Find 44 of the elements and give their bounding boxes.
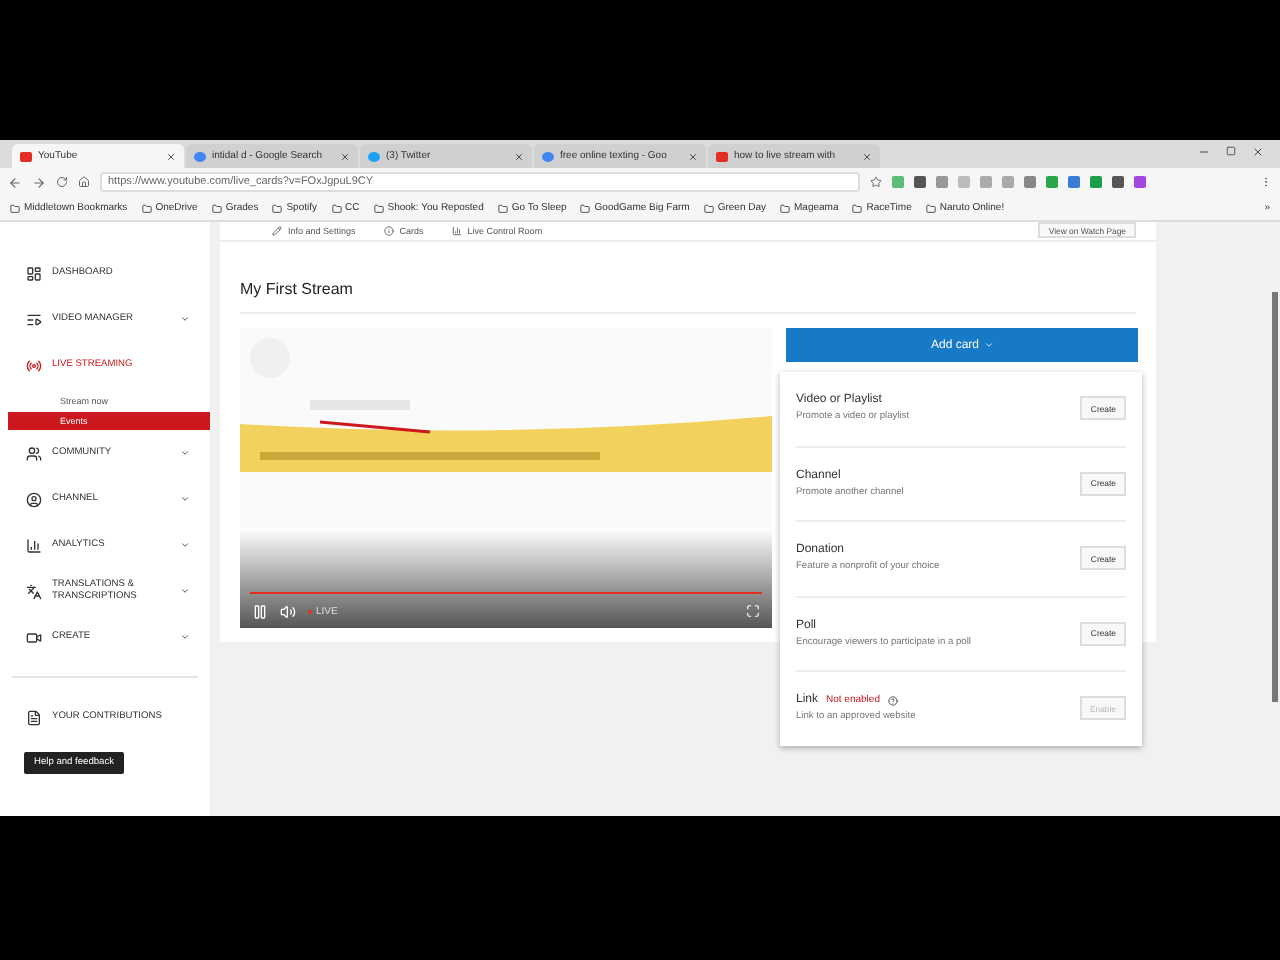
folder-icon bbox=[331, 203, 342, 213]
reload-icon[interactable] bbox=[56, 176, 68, 188]
chevron-icon bbox=[180, 494, 190, 504]
sidebar-icon bbox=[26, 357, 42, 373]
info-icon bbox=[383, 226, 394, 236]
home-icon[interactable] bbox=[78, 176, 90, 188]
folder-icon bbox=[703, 203, 714, 213]
sidebar-icon bbox=[26, 265, 42, 281]
pause-icon[interactable] bbox=[252, 603, 268, 619]
caret-icon bbox=[983, 340, 993, 350]
star-icon[interactable] bbox=[870, 176, 882, 188]
chevron-icon bbox=[180, 632, 190, 642]
help-icon[interactable] bbox=[887, 695, 898, 706]
folder-icon bbox=[141, 203, 152, 213]
folder-icon bbox=[497, 203, 508, 213]
maximize-icon[interactable] bbox=[1226, 145, 1236, 155]
sidebar-icon bbox=[26, 629, 42, 645]
chevron-icon bbox=[180, 540, 190, 550]
folder-icon bbox=[925, 203, 936, 213]
fullscreen-icon[interactable] bbox=[746, 604, 760, 618]
chevron-icon bbox=[180, 448, 190, 458]
folder-icon bbox=[373, 203, 384, 213]
sidebar-icon bbox=[26, 491, 42, 507]
folder-icon bbox=[780, 203, 791, 213]
back-icon[interactable] bbox=[8, 175, 22, 189]
sidebar-icon bbox=[26, 583, 42, 599]
folder-icon bbox=[852, 203, 863, 213]
chevron-icon bbox=[180, 314, 190, 324]
volume-icon[interactable] bbox=[280, 603, 296, 619]
sidebar-icon bbox=[26, 445, 42, 461]
folder-icon bbox=[272, 203, 283, 213]
chevron-icon bbox=[180, 586, 190, 596]
folder-icon bbox=[10, 203, 20, 213]
contributions-icon bbox=[26, 709, 42, 725]
sidebar-icon bbox=[26, 311, 42, 327]
folder-icon bbox=[211, 203, 222, 213]
minimize-icon[interactable] bbox=[1198, 145, 1210, 157]
sidebar-icon bbox=[26, 537, 42, 553]
close-icon[interactable] bbox=[1252, 145, 1264, 157]
pencil-icon bbox=[272, 226, 282, 236]
bar-chart-icon bbox=[451, 226, 462, 236]
folder-icon bbox=[580, 203, 591, 213]
forward-icon[interactable] bbox=[32, 175, 46, 189]
stream-title: My First Stream bbox=[240, 280, 1136, 314]
